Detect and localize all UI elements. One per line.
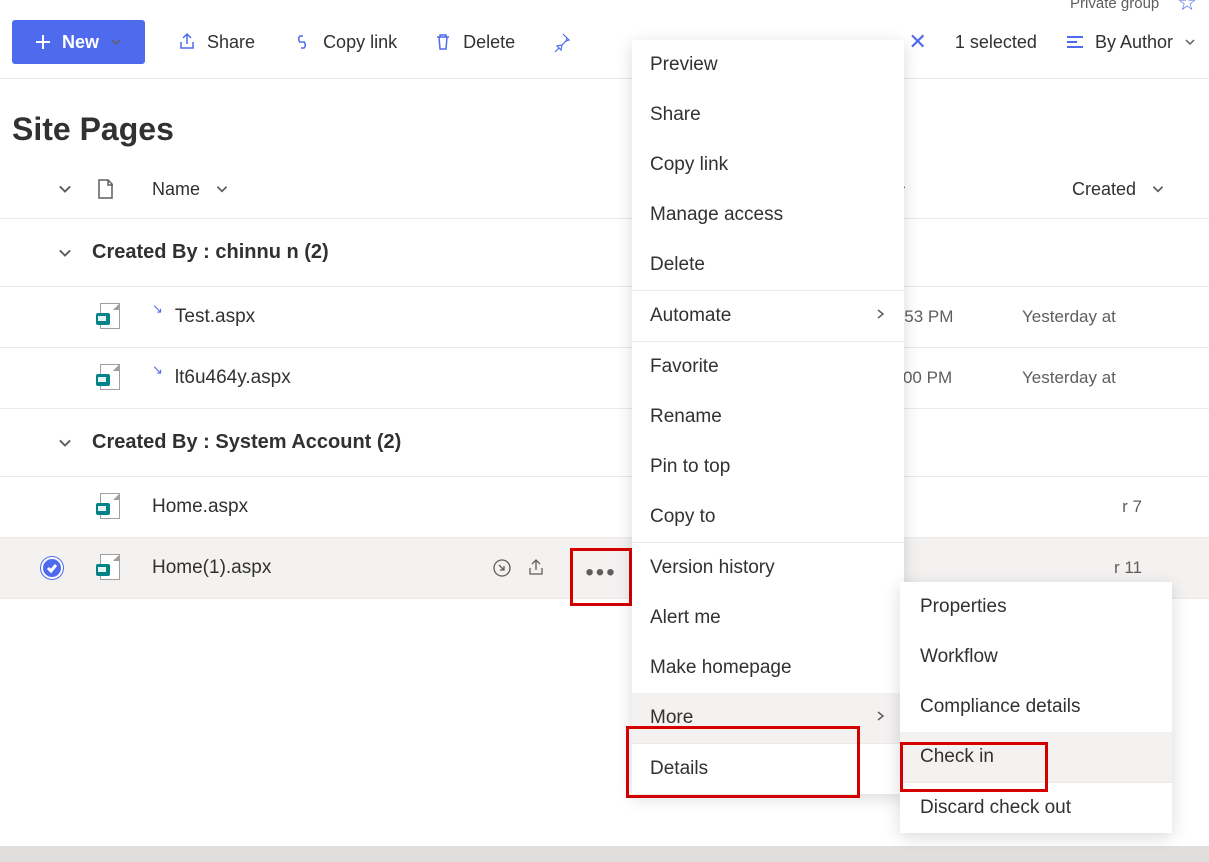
link-icon <box>291 32 313 52</box>
menu-automate[interactable]: Automate <box>632 291 904 341</box>
menu-preview[interactable]: Preview <box>632 40 904 90</box>
created-cell: r 7 <box>1022 497 1142 517</box>
selected-check-icon[interactable] <box>41 557 63 579</box>
context-menu: Preview Share Copy link Manage access De… <box>632 40 904 794</box>
chevron-right-icon <box>874 305 886 327</box>
more-submenu: Properties Workflow Compliance details C… <box>900 582 1172 833</box>
file-name[interactable]: Home(1).aspx <box>152 557 271 579</box>
toolbar: New Share Copy link Delete ✕ 1 selected … <box>0 0 1209 79</box>
menu-favorite[interactable]: Favorite <box>632 342 904 392</box>
group-label: Created By : chinnu n (2) <box>92 241 329 264</box>
menu-manage-access[interactable]: Manage access <box>632 190 904 240</box>
sharepoint-page-icon <box>96 364 120 392</box>
menu-delete[interactable]: Delete <box>632 240 904 290</box>
group-toggle-header[interactable] <box>12 180 92 198</box>
menu-make-homepage[interactable]: Make homepage <box>632 643 904 693</box>
chevron-down-icon <box>56 180 74 198</box>
created-cell: Yesterday at <box>1022 307 1142 327</box>
share-row-icon[interactable] <box>526 558 546 578</box>
chevron-down-icon <box>1150 181 1166 197</box>
created-header[interactable]: Created <box>1072 179 1192 200</box>
share-icon <box>177 32 197 52</box>
selection-count: 1 selected <box>955 32 1037 53</box>
sharepoint-page-icon <box>96 303 120 331</box>
checkout-indicator-icon: ↘ <box>152 362 163 378</box>
chevron-right-icon <box>874 707 886 729</box>
menu-rename[interactable]: Rename <box>632 392 904 442</box>
menu-pin-to-top[interactable]: Pin to top <box>632 442 904 492</box>
close-selection-icon[interactable]: ✕ <box>908 29 926 55</box>
page-title: Site Pages <box>0 79 1209 168</box>
delete-label: Delete <box>463 32 515 53</box>
menu-copy-to[interactable]: Copy to <box>632 492 904 542</box>
share-label: Share <box>207 32 255 53</box>
chevron-down-icon <box>1183 35 1197 49</box>
checkout-indicator-icon: ↘ <box>152 301 163 317</box>
footer-bar <box>0 846 1209 862</box>
submenu-check-in[interactable]: Check in <box>900 732 1172 782</box>
more-actions-button[interactable]: ••• <box>585 561 616 593</box>
file-name[interactable]: lt6u464y.aspx <box>175 367 291 389</box>
group-header[interactable]: Created By : chinnu n (2) <box>0 219 1209 287</box>
submenu-compliance[interactable]: Compliance details <box>900 682 1172 732</box>
chevron-down-icon <box>214 181 230 197</box>
menu-details[interactable]: Details <box>632 744 904 794</box>
plus-icon <box>34 33 52 51</box>
sharepoint-page-icon <box>96 493 120 521</box>
pin-icon <box>551 32 571 52</box>
checkout-status-icon[interactable] <box>492 558 512 578</box>
share-button[interactable]: Share <box>173 26 259 59</box>
copy-link-label: Copy link <box>323 32 397 53</box>
file-row[interactable]: ↘ lt6u464y.aspx Yesterday at 11:00 PM Ye… <box>0 348 1209 409</box>
file-name[interactable]: Home.aspx <box>152 496 248 518</box>
menu-version-history[interactable]: Version history <box>632 543 904 593</box>
group-label: Created By : System Account (2) <box>92 431 401 454</box>
chevron-down-icon <box>109 35 123 49</box>
more-actions-highlight: ••• <box>570 548 632 606</box>
column-headers: Name Modified Created <box>0 168 1209 219</box>
list-icon <box>1065 35 1085 49</box>
view-selector[interactable]: By Author <box>1065 32 1197 53</box>
file-icon <box>96 178 114 200</box>
pin-button[interactable] <box>547 26 575 58</box>
sharepoint-page-icon <box>96 554 120 582</box>
delete-button[interactable]: Delete <box>429 26 519 59</box>
file-row[interactable]: Home.aspx r 7 <box>0 477 1209 538</box>
chevron-down-icon <box>56 434 74 452</box>
trash-icon <box>433 32 453 52</box>
menu-share[interactable]: Share <box>632 90 904 140</box>
submenu-discard-checkout[interactable]: Discard check out <box>900 783 1172 833</box>
submenu-properties[interactable]: Properties <box>900 582 1172 632</box>
created-header-label: Created <box>1072 179 1136 200</box>
name-header-label: Name <box>152 179 200 200</box>
type-header[interactable] <box>92 178 152 200</box>
copy-link-button[interactable]: Copy link <box>287 26 401 59</box>
menu-more[interactable]: More <box>632 693 904 743</box>
menu-alert-me[interactable]: Alert me <box>632 593 904 643</box>
created-cell: r 11 <box>1022 558 1142 578</box>
submenu-workflow[interactable]: Workflow <box>900 632 1172 682</box>
group-header[interactable]: Created By : System Account (2) <box>0 409 1209 477</box>
view-label: By Author <box>1095 32 1173 53</box>
file-name[interactable]: Test.aspx <box>175 306 255 328</box>
new-button[interactable]: New <box>12 20 145 64</box>
file-row[interactable]: ↘ Test.aspx Yesterday at 10:53 PM Yester… <box>0 287 1209 348</box>
new-button-label: New <box>62 32 99 53</box>
menu-copy-link[interactable]: Copy link <box>632 140 904 190</box>
chevron-down-icon <box>56 244 74 262</box>
created-cell: Yesterday at <box>1022 368 1142 388</box>
